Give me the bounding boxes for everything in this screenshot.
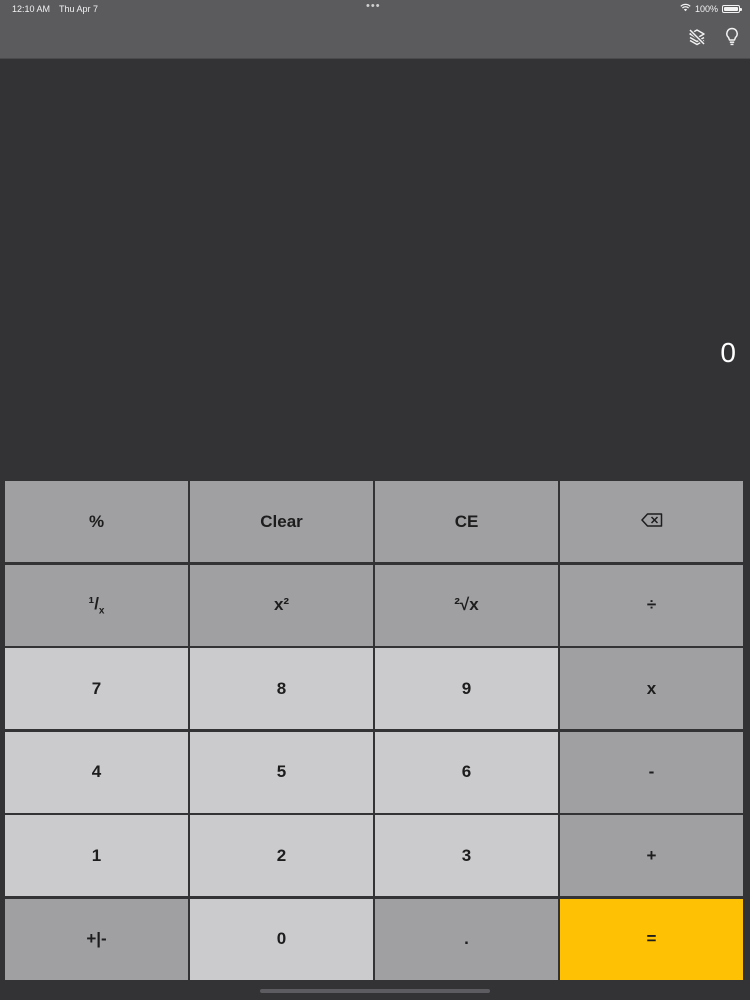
status-time: 12:10 AM <box>12 4 51 14</box>
add-label: + <box>646 845 657 865</box>
divide-button[interactable]: ÷ <box>560 564 743 646</box>
digit-9-button[interactable]: 9 <box>375 648 558 729</box>
clear-entry-label: CE <box>454 511 479 531</box>
divide-label: ÷ <box>646 595 657 614</box>
clear-button[interactable]: Clear <box>190 481 373 562</box>
clear-entry-button[interactable]: CE <box>375 481 558 562</box>
clear-label: Clear <box>260 511 303 531</box>
digit-0-label: 0 <box>276 929 287 948</box>
square-root-button[interactable]: ²√x <box>375 564 558 646</box>
subtract-label: - <box>648 762 655 781</box>
layers-off-icon <box>688 28 706 51</box>
subtract-button[interactable]: - <box>560 731 743 813</box>
backspace-icon <box>640 512 663 532</box>
lightbulb-icon <box>725 27 739 51</box>
digit-5-button[interactable]: 5 <box>190 731 373 813</box>
digit-9-label: 9 <box>461 678 472 698</box>
square-button[interactable]: x² <box>190 564 373 646</box>
reciprocal-button[interactable]: ¹/x <box>5 564 188 646</box>
status-bar: 12:10 AM Thu Apr 7 ••• 100% <box>0 0 750 18</box>
digit-3-button[interactable]: 3 <box>375 815 558 896</box>
digit-1-label: 1 <box>91 845 102 865</box>
negate-button[interactable]: +|- <box>5 898 188 980</box>
percent-button[interactable]: % <box>5 481 188 562</box>
percent-label: % <box>88 511 105 531</box>
add-button[interactable]: + <box>560 815 743 896</box>
digit-8-label: 8 <box>276 678 287 698</box>
multitasking-dots[interactable]: ••• <box>366 0 381 12</box>
digit-6-button[interactable]: 6 <box>375 731 558 813</box>
backspace-button[interactable] <box>560 481 743 562</box>
decimal-label: . <box>464 929 469 948</box>
equals-button[interactable]: = <box>560 898 743 980</box>
digit-1-button[interactable]: 1 <box>5 815 188 896</box>
digit-4-label: 4 <box>91 762 102 781</box>
decimal-button[interactable]: . <box>375 898 558 980</box>
digit-8-button[interactable]: 8 <box>190 648 373 729</box>
digit-2-button[interactable]: 2 <box>190 815 373 896</box>
multiply-button[interactable]: x <box>560 648 743 729</box>
square-label: x² <box>273 595 290 614</box>
calculator-display: 0 <box>0 59 750 479</box>
digit-0-button[interactable]: 0 <box>190 898 373 980</box>
multiply-label: x <box>646 678 657 698</box>
home-indicator[interactable] <box>260 989 490 993</box>
layers-off-button[interactable] <box>686 28 708 50</box>
equals-label: = <box>646 929 657 948</box>
wifi-icon <box>680 3 691 14</box>
square-root-label: ²√x <box>454 595 479 614</box>
status-right: 100% <box>680 3 742 14</box>
digit-7-button[interactable]: 7 <box>5 648 188 729</box>
keypad: % Clear CE ¹/x x² ²√x ÷ 7 8 9 x 4 5 6 - … <box>5 481 743 980</box>
negate-label: +|- <box>86 929 107 948</box>
display-value: 0 <box>720 337 736 368</box>
digit-6-label: 6 <box>461 762 472 781</box>
toolbar <box>0 18 750 59</box>
reciprocal-denominator: x <box>98 605 105 617</box>
digit-7-label: 7 <box>91 678 102 698</box>
battery-icon <box>722 4 742 13</box>
reciprocal-label: ¹/x <box>88 593 105 617</box>
status-date: Thu Apr 7 <box>59 4 99 14</box>
digit-5-label: 5 <box>276 762 287 781</box>
digit-3-label: 3 <box>461 845 472 865</box>
battery-percent: 100% <box>694 3 718 14</box>
digit-4-button[interactable]: 4 <box>5 731 188 813</box>
digit-2-label: 2 <box>276 845 287 865</box>
reciprocal-numerator: ¹ <box>88 593 95 613</box>
hint-button[interactable] <box>721 27 743 51</box>
